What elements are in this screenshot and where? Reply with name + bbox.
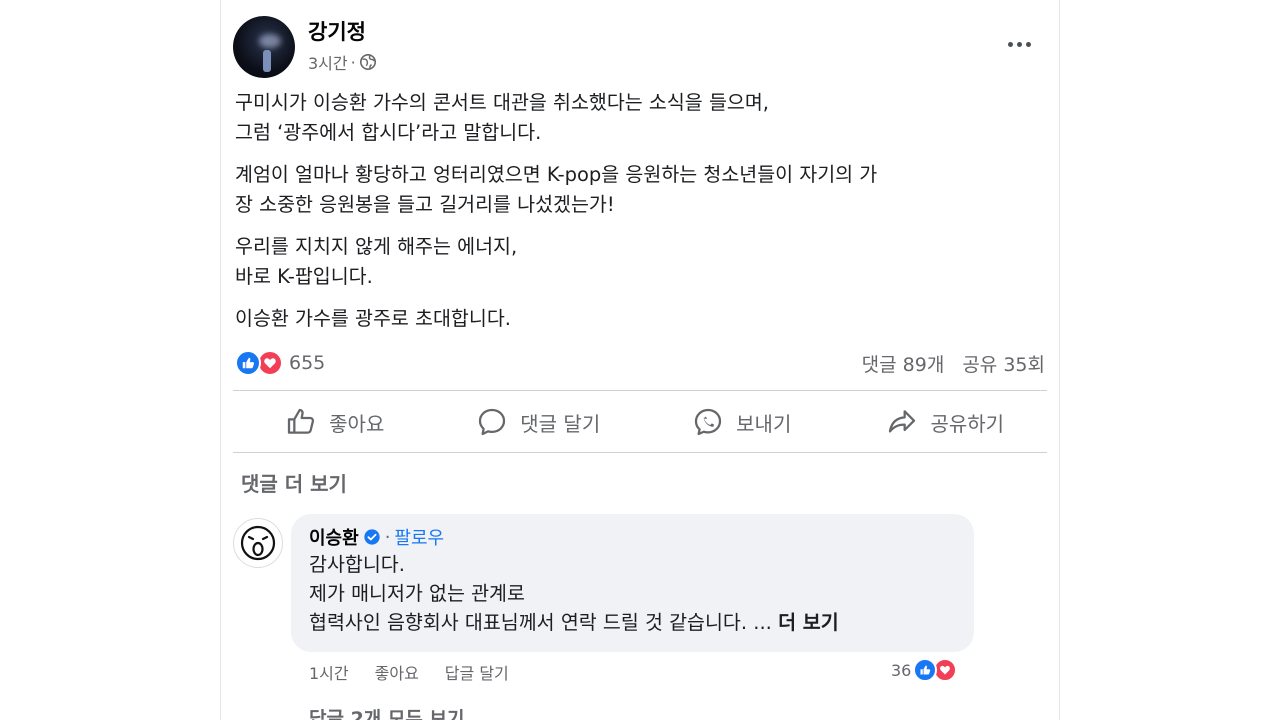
more-options-icon[interactable]: [1003, 30, 1035, 58]
reactions-summary[interactable]: 655: [235, 350, 325, 376]
view-replies-link[interactable]: 답글 2개 모두 보기: [309, 704, 464, 720]
post-paragraph: 우리를 지치지 않게 해주는 에너지, 바로 K-팝입니다.: [235, 235, 518, 288]
comment-bubble: 이승환 · 팔로우 감사합니다. 제가 매니저가 없는 관계로 협력사인 음향회…: [291, 514, 974, 652]
comment-line: 제가 매니저가 없는 관계로: [309, 582, 525, 605]
reaction-count: 655: [289, 352, 326, 374]
comment-time[interactable]: 1시간: [309, 660, 349, 684]
surprised-face-icon: [240, 525, 276, 561]
comment-line-last: 협력사인 음향회사 대표님께서 연락 드릴 것 같습니다. ... 더 보기: [309, 608, 839, 637]
verified-badge-icon: [364, 529, 380, 545]
post-paragraph: 계엄이 얼마나 황당하고 엉터리였으면 K-pop을 응원하는 청소년들이 자기…: [235, 163, 878, 216]
post-stats: 댓글 89개 공유 35회: [862, 350, 1045, 377]
like-button[interactable]: 좋아요: [233, 392, 437, 452]
comment-footer: 1시간 좋아요 답글 달기: [309, 660, 509, 684]
post-meta: 3시간 ·: [308, 50, 377, 74]
share-arrow-icon: [889, 410, 916, 433]
post-action-bar: 좋아요 댓글 달기 보내기 공유하기: [233, 392, 1047, 452]
comment-reply-button[interactable]: 답글 달기: [445, 660, 509, 684]
see-more-comments-link[interactable]: 댓글 더 보기: [241, 468, 347, 497]
comments-count[interactable]: 댓글 89개: [862, 350, 945, 377]
like-reaction-icon: [913, 658, 938, 682]
send-label: 보내기: [736, 411, 792, 436]
thumbs-up-icon: [288, 408, 315, 434]
globe-icon: [359, 53, 376, 71]
comment-line: 감사합니다.: [309, 553, 405, 576]
header-separator: ·: [384, 526, 391, 548]
share-button[interactable]: 공유하기: [844, 392, 1048, 452]
post-text: 구미시가 이승환 가수의 콘서트 대관을 취소했다는 소식을 들으며, 그럼 ‘…: [235, 88, 1045, 346]
like-reaction-icon: [235, 350, 261, 376]
see-more-link[interactable]: 더 보기: [778, 611, 839, 634]
post-card: 강기정 3시간 · 구미시가 이승환 가수의 콘서트 대관을 취소했다는 소식을…: [220, 0, 1060, 720]
comment-label: 댓글 달기: [520, 411, 601, 436]
divider: [233, 390, 1047, 391]
comment-reactions[interactable]: 36: [891, 658, 958, 682]
meta-separator: ·: [350, 52, 356, 72]
post-paragraph: 이승환 가수를 광주로 초대합니다.: [235, 307, 511, 330]
comment-reaction-count: 36: [891, 660, 912, 680]
messenger-icon: [695, 408, 722, 436]
post-paragraph: 구미시가 이승환 가수의 콘서트 대관을 취소했다는 소식을 들으며, 그럼 ‘…: [235, 91, 769, 144]
share-label: 공유하기: [930, 411, 1005, 436]
comment-bubble-icon: [479, 408, 506, 436]
comment-like-button[interactable]: 좋아요: [375, 660, 419, 684]
shares-count[interactable]: 공유 35회: [962, 350, 1045, 377]
commenter-avatar[interactable]: [233, 518, 283, 568]
comment-button[interactable]: 댓글 달기: [437, 392, 641, 452]
follow-button[interactable]: 팔로우: [394, 524, 444, 550]
comment-line: 협력사인 음향회사 대표님께서 연락 드릴 것 같습니다. ...: [309, 611, 772, 634]
author-avatar[interactable]: [233, 16, 295, 78]
post-time[interactable]: 3시간: [308, 50, 348, 74]
like-label: 좋아요: [329, 411, 385, 436]
divider: [233, 452, 1047, 453]
commenter-name[interactable]: 이승환: [309, 524, 359, 550]
send-button[interactable]: 보내기: [640, 392, 844, 452]
comment-text: 감사합니다. 제가 매니저가 없는 관계로 협력사인 음향회사 대표님께서 연락…: [309, 550, 839, 637]
author-name[interactable]: 강기정: [308, 16, 366, 46]
comment-header: 이승환 · 팔로우: [309, 524, 444, 550]
